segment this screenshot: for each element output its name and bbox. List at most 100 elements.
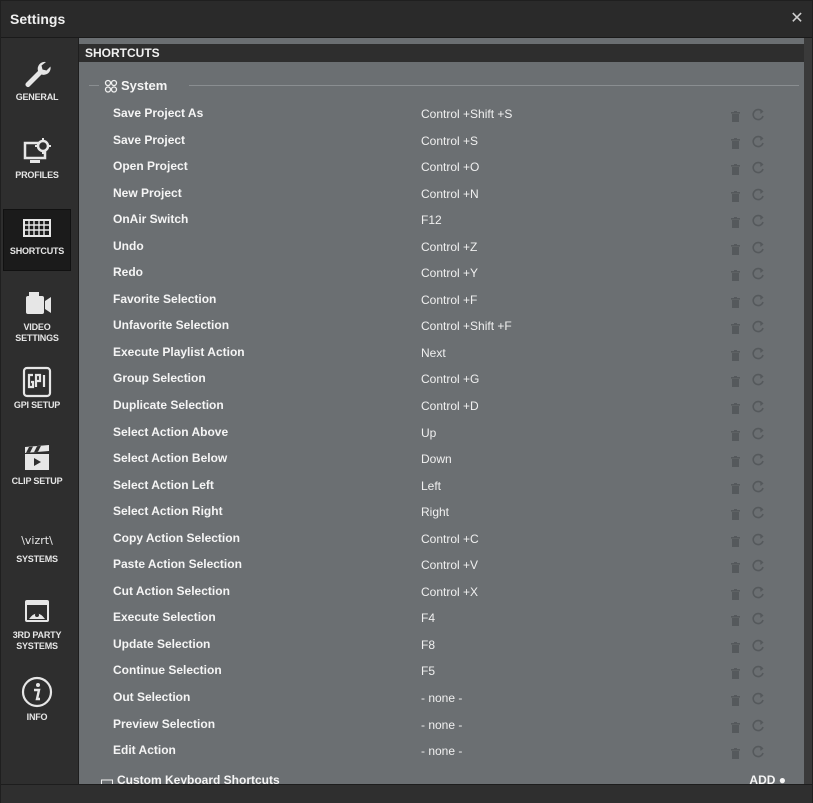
shortcut-key[interactable]: Down	[421, 452, 452, 466]
reset-icon[interactable]	[752, 665, 765, 683]
shortcut-key[interactable]: F5	[421, 664, 435, 678]
shortcut-key[interactable]: Left	[421, 479, 441, 493]
shortcut-row[interactable]: Edit Action - none -	[79, 738, 812, 765]
shortcut-key[interactable]: Control +C	[421, 532, 479, 546]
trash-icon[interactable]	[731, 666, 740, 684]
shortcut-row[interactable]: New Project Control +N	[79, 181, 812, 208]
shortcut-row[interactable]: Save Project As Control +Shift +S	[79, 101, 812, 128]
trash-icon[interactable]	[731, 215, 740, 233]
sidebar-item-gpi-setup[interactable]: GPI SETUP	[3, 364, 71, 426]
shortcut-row[interactable]: Continue Selection F5	[79, 658, 812, 685]
shortcut-row[interactable]: Undo Control +Z	[79, 234, 812, 261]
shortcut-key[interactable]: Control +V	[421, 558, 478, 572]
reset-icon[interactable]	[752, 241, 765, 259]
shortcut-row[interactable]: Duplicate Selection Control +D	[79, 393, 812, 420]
reset-icon[interactable]	[752, 453, 765, 471]
shortcut-row[interactable]: Update Selection F8	[79, 632, 812, 659]
reset-icon[interactable]	[752, 320, 765, 338]
add-button[interactable]: ADD ●	[749, 773, 786, 784]
shortcut-key[interactable]: F8	[421, 638, 435, 652]
shortcut-key[interactable]: Next	[421, 346, 446, 360]
shortcut-row[interactable]: Open Project Control +O	[79, 154, 812, 181]
sidebar-item-profiles[interactable]: PROFILES	[3, 134, 71, 196]
shortcut-row[interactable]: OnAir Switch F12	[79, 207, 812, 234]
trash-icon[interactable]	[731, 189, 740, 207]
reset-icon[interactable]	[752, 135, 765, 153]
trash-icon[interactable]	[731, 348, 740, 366]
scrollbar[interactable]	[804, 38, 812, 784]
shortcut-key[interactable]: Control +O	[421, 160, 479, 174]
sidebar-item-systems[interactable]: \vizrt\ SYSTEMS	[3, 524, 71, 586]
shortcut-row[interactable]: Execute Selection F4	[79, 605, 812, 632]
sidebar-item-shortcuts[interactable]: SHORTCUTS	[3, 209, 71, 271]
trash-icon[interactable]	[731, 613, 740, 631]
reset-icon[interactable]	[752, 214, 765, 232]
trash-icon[interactable]	[731, 109, 740, 127]
trash-icon[interactable]	[731, 295, 740, 313]
trash-icon[interactable]	[731, 481, 740, 499]
reset-icon[interactable]	[752, 161, 765, 179]
shortcut-row[interactable]: Select Action Right Right	[79, 499, 812, 526]
trash-icon[interactable]	[731, 162, 740, 180]
shortcut-row[interactable]: Unfavorite Selection Control +Shift +F	[79, 313, 812, 340]
shortcut-key[interactable]: Control +Shift +S	[421, 107, 512, 121]
shortcut-key[interactable]: Control +Z	[421, 240, 477, 254]
shortcut-row[interactable]: Paste Action Selection Control +V	[79, 552, 812, 579]
shortcut-row[interactable]: Save Project Control +S	[79, 128, 812, 155]
trash-icon[interactable]	[731, 587, 740, 605]
shortcut-key[interactable]: Control +Shift +F	[421, 319, 512, 333]
sidebar-item-clip-setup[interactable]: CLIP SETUP	[3, 440, 71, 502]
shortcut-key[interactable]: Control +D	[421, 399, 479, 413]
sidebar-item-3rd-party-systems[interactable]: 3RD PARTY SYSTEMS	[3, 594, 71, 656]
shortcut-key[interactable]: Right	[421, 505, 449, 519]
reset-icon[interactable]	[752, 692, 765, 710]
trash-icon[interactable]	[731, 640, 740, 658]
trash-icon[interactable]	[731, 401, 740, 419]
shortcut-row[interactable]: Cut Action Selection Control +X	[79, 579, 812, 606]
reset-icon[interactable]	[752, 480, 765, 498]
shortcut-row[interactable]: Favorite Selection Control +F	[79, 287, 812, 314]
shortcut-key[interactable]: - none -	[421, 718, 462, 732]
trash-icon[interactable]	[731, 560, 740, 578]
reset-icon[interactable]	[752, 108, 765, 126]
shortcut-key[interactable]: Control +X	[421, 585, 478, 599]
close-icon[interactable]: ✕	[788, 8, 806, 28]
shortcut-key[interactable]: - none -	[421, 691, 462, 705]
trash-icon[interactable]	[731, 268, 740, 286]
shortcut-row[interactable]: Select Action Left Left	[79, 473, 812, 500]
reset-icon[interactable]	[752, 559, 765, 577]
reset-icon[interactable]	[752, 427, 765, 445]
shortcut-row[interactable]: Redo Control +Y	[79, 260, 812, 287]
trash-icon[interactable]	[731, 374, 740, 392]
shortcut-row[interactable]: Execute Playlist Action Next	[79, 340, 812, 367]
shortcut-key[interactable]: - none -	[421, 744, 462, 758]
trash-icon[interactable]	[731, 136, 740, 154]
trash-icon[interactable]	[731, 428, 740, 446]
shortcut-row[interactable]: Select Action Above Up	[79, 420, 812, 447]
reset-icon[interactable]	[752, 533, 765, 551]
sidebar-item-video-settings[interactable]: VIDEO SETTINGS	[3, 286, 71, 348]
trash-icon[interactable]	[731, 746, 740, 764]
trash-icon[interactable]	[731, 534, 740, 552]
shortcut-row[interactable]: Group Selection Control +G	[79, 366, 812, 393]
reset-icon[interactable]	[752, 267, 765, 285]
shortcut-key[interactable]: F12	[421, 213, 442, 227]
trash-icon[interactable]	[731, 321, 740, 339]
shortcut-key[interactable]: Control +S	[421, 134, 478, 148]
sidebar-item-general[interactable]: GENERAL	[3, 56, 71, 118]
reset-icon[interactable]	[752, 745, 765, 763]
reset-icon[interactable]	[752, 347, 765, 365]
trash-icon[interactable]	[731, 242, 740, 260]
reset-icon[interactable]	[752, 719, 765, 737]
shortcut-key[interactable]: Control +G	[421, 372, 479, 386]
reset-icon[interactable]	[752, 400, 765, 418]
shortcut-row[interactable]: Out Selection - none -	[79, 685, 812, 712]
reset-icon[interactable]	[752, 639, 765, 657]
reset-icon[interactable]	[752, 506, 765, 524]
reset-icon[interactable]	[752, 188, 765, 206]
trash-icon[interactable]	[731, 454, 740, 472]
shortcut-key[interactable]: Control +Y	[421, 266, 478, 280]
shortcut-row[interactable]: Preview Selection - none -	[79, 712, 812, 739]
shortcut-key[interactable]: Control +N	[421, 187, 479, 201]
shortcut-key[interactable]: Control +F	[421, 293, 477, 307]
